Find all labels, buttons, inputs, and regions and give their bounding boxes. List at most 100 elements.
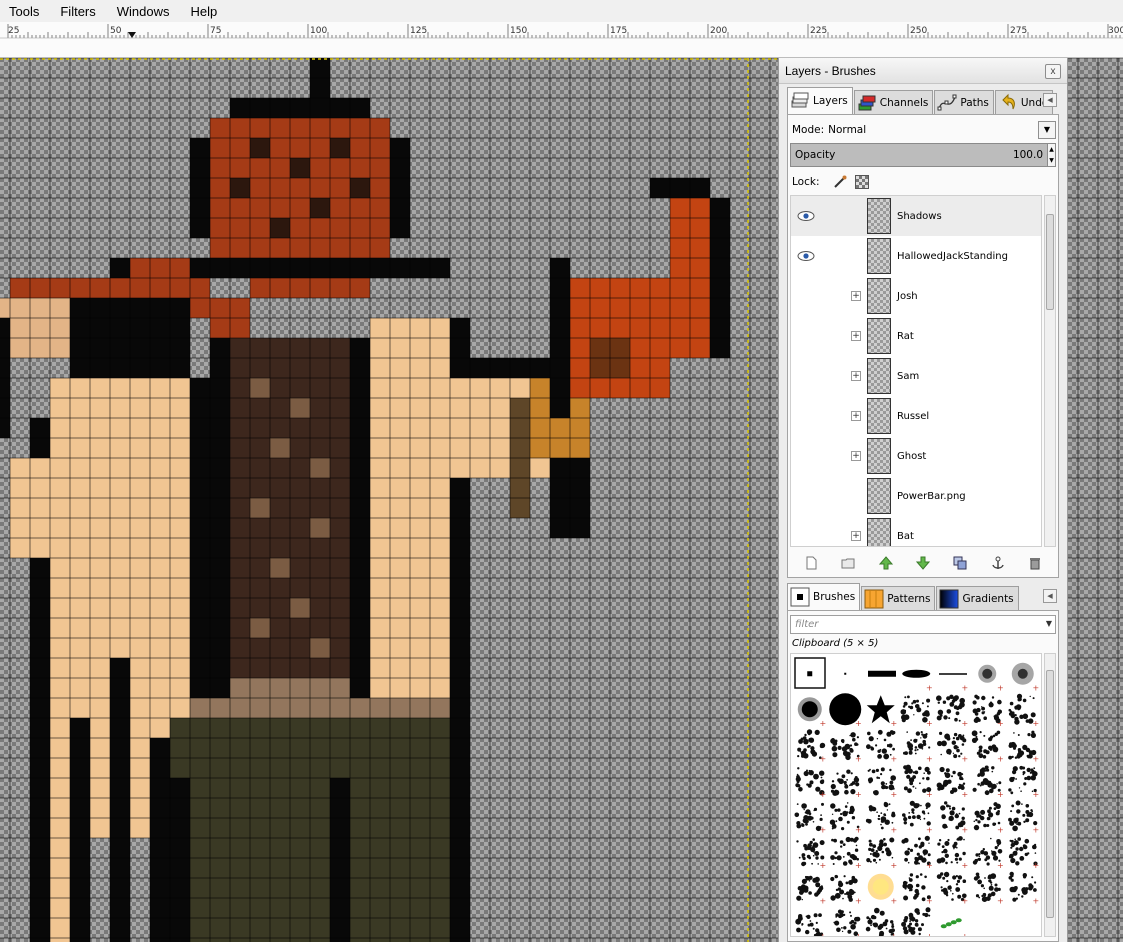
svg-text:+: + bbox=[926, 897, 933, 906]
brush-grid-scrollbar[interactable] bbox=[1044, 653, 1056, 937]
svg-text:+: + bbox=[1033, 755, 1040, 764]
lower-layer-icon[interactable] bbox=[915, 556, 931, 570]
layer-row[interactable]: + Sam bbox=[791, 356, 1041, 396]
menu-tools[interactable]: Tools bbox=[6, 3, 42, 20]
brush-thumbnails[interactable]: + + + + + + + + + + + + + + + + + + + + + + + + + + + + + + + + + + + + + + + +… bbox=[791, 654, 1042, 937]
svg-text:+: + bbox=[997, 755, 1004, 764]
tab-paths[interactable]: Paths bbox=[934, 90, 994, 114]
raise-layer-icon[interactable] bbox=[878, 556, 893, 570]
brush-filter-input[interactable]: filter ▼ bbox=[790, 615, 1056, 634]
svg-text:+: + bbox=[855, 861, 862, 870]
duplicate-layer-icon[interactable] bbox=[953, 556, 967, 570]
opacity-slider[interactable]: Opacity 100.0 bbox=[790, 143, 1048, 167]
scrollbar-thumb[interactable] bbox=[1046, 214, 1054, 310]
menu-filters[interactable]: Filters bbox=[57, 3, 98, 20]
svg-text:+: + bbox=[962, 826, 969, 835]
layer-row[interactable]: + Rat bbox=[791, 316, 1041, 356]
opacity-value: 100.0 bbox=[1012, 149, 1043, 161]
svg-text:+: + bbox=[997, 719, 1004, 728]
tab-brushes[interactable]: Brushes bbox=[787, 583, 861, 610]
delete-layer-icon[interactable] bbox=[1028, 556, 1042, 570]
layer-row[interactable]: + Russel bbox=[791, 396, 1041, 436]
svg-text:+: + bbox=[820, 790, 827, 799]
image-canvas[interactable] bbox=[0, 58, 778, 942]
layer-row[interactable]: + Ghost bbox=[791, 436, 1041, 476]
ruler-label: 175 bbox=[610, 26, 628, 36]
layer-name: Russel bbox=[897, 410, 930, 422]
brushes-panel: filter ▼ Clipboard (5 × 5) + + + + + + + + + + + + +… bbox=[787, 610, 1059, 942]
ruler-label: 250 bbox=[910, 26, 928, 36]
svg-text:+: + bbox=[820, 897, 827, 906]
svg-text:+: + bbox=[891, 861, 898, 870]
transparent-checkerboard bbox=[1068, 58, 1123, 942]
expand-icon[interactable]: + bbox=[851, 291, 861, 301]
pixel-art-image[interactable] bbox=[0, 58, 778, 942]
expand-icon[interactable]: + bbox=[851, 371, 861, 381]
expand-icon[interactable]: + bbox=[851, 411, 861, 421]
svg-text:+: + bbox=[962, 790, 969, 799]
chevron-down-icon[interactable]: ▼ bbox=[1046, 619, 1052, 628]
new-group-icon[interactable] bbox=[841, 556, 855, 570]
svg-text:+: + bbox=[1033, 826, 1040, 835]
tab-menu-icon[interactable]: ◀ bbox=[1043, 93, 1057, 107]
svg-text:+: + bbox=[926, 826, 933, 835]
expand-icon[interactable]: + bbox=[851, 451, 861, 461]
svg-text:+: + bbox=[820, 932, 827, 937]
svg-text:+: + bbox=[820, 755, 827, 764]
dock-titlebar[interactable]: Layers - Brushes x bbox=[779, 58, 1067, 84]
lock-alpha-checker-icon[interactable] bbox=[855, 175, 870, 189]
mode-value: Normal bbox=[828, 124, 867, 136]
svg-text:+: + bbox=[1033, 897, 1040, 906]
layer-row[interactable]: HallowedJackStanding bbox=[791, 236, 1041, 276]
canvas-right-strip[interactable] bbox=[1068, 58, 1123, 942]
mode-row[interactable]: Mode: Normal ▼ bbox=[792, 121, 1056, 139]
svg-text:+: + bbox=[1033, 719, 1040, 728]
chevron-down-icon[interactable]: ▼ bbox=[1038, 121, 1056, 139]
svg-text:+: + bbox=[926, 684, 933, 693]
tab-label: Layers bbox=[813, 95, 848, 107]
close-icon[interactable]: x bbox=[1045, 64, 1061, 79]
expand-icon[interactable]: + bbox=[851, 531, 861, 541]
tab-patterns[interactable]: Patterns bbox=[861, 586, 936, 610]
layer-name: HallowedJackStanding bbox=[897, 250, 1008, 262]
svg-text:+: + bbox=[926, 719, 933, 728]
ruler-label: 225 bbox=[810, 26, 828, 36]
ruler-label: 50 bbox=[110, 26, 122, 36]
undo-icon bbox=[998, 93, 1018, 113]
gradients-icon bbox=[939, 589, 959, 609]
tab-menu-icon[interactable]: ◀ bbox=[1043, 589, 1057, 603]
layers-tab-bar: Layers Channels Paths Undo bbox=[787, 86, 1054, 114]
channels-icon bbox=[857, 93, 877, 113]
layer-row[interactable]: + Bat bbox=[791, 516, 1041, 546]
layer-row[interactable]: Shadows bbox=[791, 196, 1041, 236]
anchor-layer-icon[interactable] bbox=[991, 556, 1005, 570]
layer-thumbnail bbox=[867, 438, 891, 474]
svg-text:+: + bbox=[891, 897, 898, 906]
layer-list-scrollbar[interactable] bbox=[1044, 195, 1056, 547]
svg-text:+: + bbox=[891, 755, 898, 764]
opacity-spinner[interactable]: ▲ ▼ bbox=[1047, 143, 1056, 167]
ruler-label: 125 bbox=[410, 26, 428, 36]
tab-layers[interactable]: Layers bbox=[787, 87, 853, 114]
menu-windows[interactable]: Windows bbox=[114, 3, 173, 20]
menu-help[interactable]: Help bbox=[188, 3, 221, 20]
layer-row[interactable]: PowerBar.png bbox=[791, 476, 1041, 516]
layer-row[interactable]: + Josh bbox=[791, 276, 1041, 316]
scrollbar-thumb[interactable] bbox=[1046, 670, 1054, 918]
tab-channels[interactable]: Channels bbox=[853, 90, 934, 114]
svg-text:+: + bbox=[891, 932, 898, 937]
svg-text:+: + bbox=[997, 684, 1004, 693]
eye-icon[interactable] bbox=[797, 210, 815, 222]
layer-name: Shadows bbox=[897, 210, 942, 222]
eye-icon[interactable] bbox=[797, 250, 815, 262]
layers-icon bbox=[790, 91, 810, 111]
brush-grid[interactable]: + + + + + + + + + + + + + + + + + + + + + + + + + + + + + + + + + + + + + + + +… bbox=[790, 653, 1042, 937]
expand-icon[interactable]: + bbox=[851, 331, 861, 341]
new-layer-icon[interactable] bbox=[804, 556, 818, 570]
tab-gradients[interactable]: Gradients bbox=[936, 586, 1019, 610]
svg-text:+: + bbox=[997, 861, 1004, 870]
horizontal-ruler[interactable]: 25 50 75 100 125 150 175 200 225 250 275… bbox=[0, 22, 1123, 58]
layer-name: Ghost bbox=[897, 450, 927, 462]
lock-pixels-brush-icon[interactable] bbox=[833, 175, 847, 189]
layer-thumbnail bbox=[867, 278, 891, 314]
